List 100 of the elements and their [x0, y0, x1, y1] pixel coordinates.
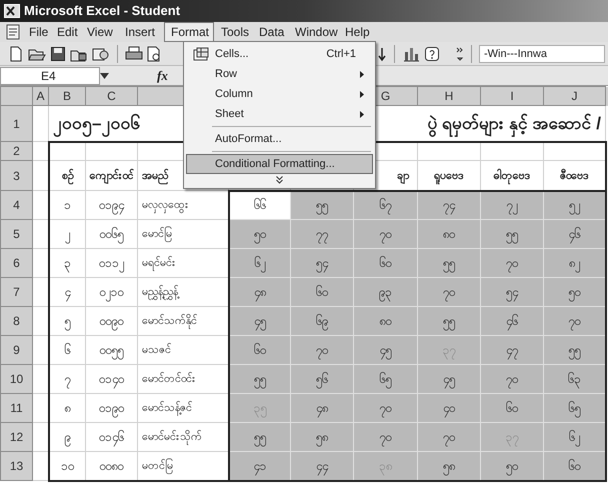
column-header[interactable]: I — [510, 89, 514, 103]
font-field[interactable]: -Win---Innwa — [479, 44, 605, 62]
table-cell[interactable]: ၇၀ — [354, 422, 418, 452]
menu-item[interactable]: Window — [288, 22, 338, 42]
table-cell: ၀၀၈၀ — [86, 452, 138, 480]
table-cell[interactable]: ၇၀ — [480, 364, 544, 394]
menu-item[interactable]: Data — [252, 22, 288, 42]
table-cell[interactable]: ၄၅ — [228, 306, 290, 336]
sheet-title: ၂၀၀၅–၂၀၀၆ — [53, 110, 140, 136]
table-cell[interactable]: ၅၅ — [228, 364, 290, 394]
row-header[interactable]: 4 — [13, 198, 20, 212]
table-cell[interactable]: ၇၀ — [354, 220, 418, 248]
row-header[interactable]: 7 — [13, 285, 20, 299]
row-header[interactable]: 11 — [10, 401, 23, 415]
menu-item[interactable]: Conditional Formatting... — [186, 154, 373, 174]
table-cell[interactable]: ၇၂ — [480, 190, 544, 220]
row-header[interactable]: 6 — [13, 256, 20, 270]
menu-item[interactable]: Format — [164, 22, 214, 42]
table-cell[interactable]: ၇၀ — [418, 278, 480, 306]
column-header[interactable]: H — [444, 89, 454, 103]
insert-function-button[interactable]: fx — [157, 66, 168, 86]
table-cell[interactable]: ၅၄ — [480, 278, 544, 306]
table-cell[interactable]: ၆၇ — [354, 190, 418, 220]
table-cell[interactable]: ၆၀ — [290, 278, 354, 306]
table-cell[interactable]: ၅၂ — [544, 190, 606, 220]
menu-item[interactable]: File — [22, 22, 50, 42]
table-cell[interactable]: ၇၄ — [418, 190, 480, 220]
table-cell[interactable]: ၆၀ — [480, 394, 544, 422]
table-cell[interactable]: ၅၀ — [228, 220, 290, 248]
table-cell[interactable]: ၆၅ — [544, 394, 606, 422]
table-cell: ၃ — [48, 248, 86, 278]
column-header[interactable]: G — [380, 89, 390, 103]
table-cell[interactable]: ၅၅ — [480, 220, 544, 248]
menu-item[interactable]: Cells... Ctrl+1 — [186, 44, 373, 64]
menu-item[interactable]: Sheet — [186, 104, 373, 124]
table-cell[interactable]: ၅၅ — [418, 248, 480, 278]
table-cell[interactable]: ၆၃ — [544, 364, 606, 394]
table-cell[interactable]: ၅၈ — [418, 452, 480, 480]
row-header[interactable]: 9 — [13, 343, 20, 357]
table-cell[interactable]: ၆၀ — [354, 248, 418, 278]
table-cell[interactable]: ၇၀ — [544, 306, 606, 336]
table-cell[interactable]: ၇၀ — [418, 422, 480, 452]
table-cell[interactable]: ၇၇ — [290, 220, 354, 248]
column-header[interactable]: B — [62, 89, 71, 103]
table-cell[interactable]: ၆၉ — [290, 306, 354, 336]
table-cell: ၁ — [48, 190, 86, 220]
column-label: ချာ — [397, 170, 409, 182]
table-cell[interactable]: ၄၅ — [354, 336, 418, 364]
table-cell[interactable]: ၅၄ — [290, 248, 354, 278]
table-cell[interactable]: ၈၂ — [544, 248, 606, 278]
table-cell[interactable]: ၅၀ — [480, 452, 544, 480]
table-cell[interactable]: ၆၅ — [354, 364, 418, 394]
table-cell[interactable]: ၅၅ — [290, 190, 354, 220]
table-cell[interactable]: ၄၆ — [544, 220, 606, 248]
column-label: စဉ် — [62, 170, 73, 182]
table-cell[interactable]: ၄၀ — [418, 394, 480, 422]
table-cell[interactable]: ၄၈ — [228, 278, 290, 306]
menu-item[interactable]: Insert — [118, 22, 164, 42]
table-cell[interactable]: ၆၀ — [544, 452, 606, 480]
table-cell[interactable]: ၉၃ — [354, 278, 418, 306]
table-cell[interactable]: ၆၂ — [544, 422, 606, 452]
table-cell[interactable]: ၄၈ — [290, 394, 354, 422]
row-header[interactable]: 3 — [13, 168, 20, 182]
row-header[interactable]: 5 — [13, 227, 20, 241]
column-header[interactable]: J — [572, 89, 578, 103]
table-cell[interactable]: ၈၀ — [418, 220, 480, 248]
menu-item[interactable]: Edit — [50, 22, 80, 42]
table-cell[interactable]: ၅၅ — [418, 306, 480, 336]
table-cell[interactable]: ၆၀ — [228, 336, 290, 364]
menu-item[interactable]: Row — [186, 64, 373, 84]
column-header[interactable]: C — [107, 89, 116, 103]
row-header[interactable]: 2 — [13, 144, 20, 158]
table-cell: ၀၀၅၅ — [86, 336, 138, 364]
table-cell: ၄ — [48, 278, 86, 306]
table-cell[interactable]: ၅၅ — [228, 422, 290, 452]
table-cell[interactable]: ၄၇ — [480, 336, 544, 364]
table-cell[interactable]: ၇၀ — [290, 336, 354, 364]
table-cell: ၀၁၁၂ — [86, 248, 138, 278]
table-cell[interactable]: ၆၆ — [228, 190, 290, 220]
table-cell[interactable]: ၄၄ — [290, 452, 354, 480]
table-cell[interactable]: ၈၀ — [354, 306, 418, 336]
menu-item[interactable]: Column — [186, 84, 373, 104]
menu-item[interactable]: View — [80, 22, 118, 42]
table-cell[interactable]: ၄၅ — [418, 364, 480, 394]
menu-item[interactable]: AutoFormat... — [186, 129, 373, 149]
row-header[interactable]: 1 — [13, 116, 20, 130]
table-cell[interactable]: ၄၁ — [228, 452, 290, 480]
name-box[interactable]: E4 — [0, 66, 100, 84]
table-cell[interactable]: ၅၀ — [544, 278, 606, 306]
table-cell[interactable]: ၇၀ — [480, 248, 544, 278]
menu-item[interactable]: Tools — [214, 22, 252, 42]
table-cell[interactable]: ၅၆ — [290, 364, 354, 394]
menu-item[interactable]: Help — [338, 22, 372, 42]
table-cell[interactable]: ၅၅ — [544, 336, 606, 364]
table-cell[interactable]: ၆၂ — [228, 248, 290, 278]
table-cell[interactable]: ၇၀ — [354, 394, 418, 422]
row-header[interactable]: 8 — [13, 314, 20, 328]
table-cell[interactable]: ၄၆ — [480, 306, 544, 336]
sheet-title: ပွဲ ရမှတ်များ နှင့် အဆောင် / — [427, 110, 601, 136]
table-cell[interactable]: ၅၈ — [290, 422, 354, 452]
